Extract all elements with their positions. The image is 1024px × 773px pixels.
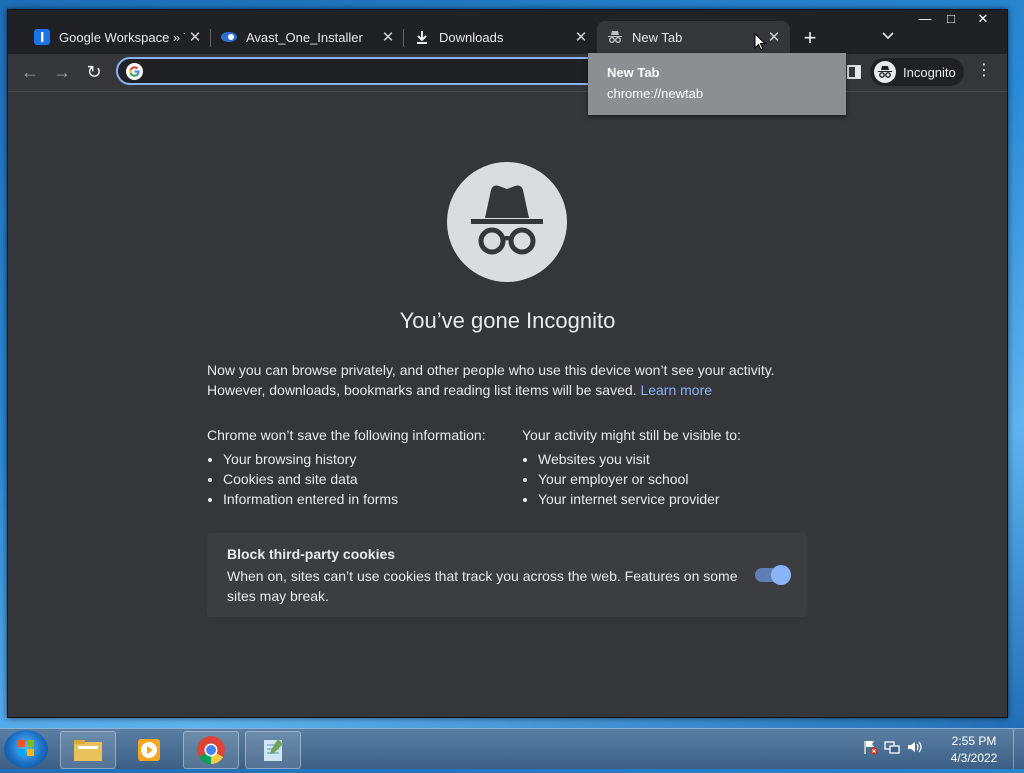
not-saved-title: Chrome won’t save the following informat… — [207, 427, 486, 443]
taskbar-explorer[interactable] — [60, 731, 116, 769]
media-player-icon — [138, 739, 160, 761]
taskbar-notepad[interactable] — [245, 731, 301, 769]
close-tab-icon[interactable]: ✕ — [764, 27, 784, 47]
tooltip-url: chrome://newtab — [607, 86, 704, 101]
workspace-i-icon — [34, 29, 50, 45]
forward-button[interactable]: → — [48, 58, 76, 86]
tab-search-button[interactable] — [878, 28, 898, 48]
intro-paragraph: Now you can browse privately, and other … — [207, 360, 807, 400]
reload-button[interactable]: ↻ — [80, 58, 108, 86]
cookies-title: Block third-party cookies — [227, 546, 396, 562]
tab-title: New Tab — [632, 29, 683, 45]
close-window-button[interactable]: ✕ — [970, 10, 996, 30]
tab-hover-tooltip: New Tab chrome://newtab — [588, 53, 846, 115]
avast-icon — [221, 29, 237, 45]
taskbar-chrome[interactable] — [183, 731, 239, 769]
taskbar-clock[interactable]: 2:55 PM 4/3/2022 — [944, 733, 1004, 767]
chrome-icon — [197, 736, 225, 764]
incognito-profile-button[interactable]: Incognito — [870, 58, 964, 86]
taskbar: 2:55 PM 4/3/2022 — [0, 728, 1024, 769]
toggle-knob — [771, 565, 791, 585]
third-party-cookies-card: Block third-party cookies When on, sites… — [207, 533, 807, 617]
download-icon — [414, 29, 430, 45]
tab-strip: Google Workspace » Th ✕ Avast_One_Instal… — [8, 10, 1007, 54]
incognito-icon — [874, 61, 896, 83]
taskbar-media-player[interactable] — [121, 731, 177, 769]
back-button[interactable]: ← — [16, 58, 44, 86]
learn-more-link[interactable]: Learn more — [640, 382, 712, 398]
page-title: You’ve gone Incognito — [399, 308, 616, 333]
cookies-description: When on, sites can’t use cookies that tr… — [227, 568, 738, 604]
list-item: Cookies and site data — [223, 469, 507, 489]
incognito-ntp: You’ve gone Incognito Now you can browse… — [8, 92, 1007, 717]
system-tray — [862, 739, 922, 755]
clock-date: 4/3/2022 — [950, 751, 998, 765]
tab-avast-installer[interactable]: Avast_One_Installer ✕ — [211, 21, 404, 53]
browser-menu-button[interactable]: ⋮ — [974, 62, 994, 82]
chevron-down-icon — [882, 32, 894, 40]
incognito-icon — [447, 162, 567, 282]
close-tab-icon[interactable]: ✕ — [185, 27, 205, 47]
tab-title: Downloads — [439, 29, 504, 45]
list-item: Websites you visit — [538, 449, 812, 469]
tab-google-workspace[interactable]: Google Workspace » Th ✕ — [24, 21, 211, 53]
maximize-button[interactable]: □ — [938, 10, 964, 30]
still-visible-title: Your activity might still be visible to: — [522, 427, 741, 443]
action-center-flag-icon[interactable] — [862, 739, 878, 755]
windows-logo-icon — [18, 740, 34, 756]
close-tab-icon[interactable]: ✕ — [378, 27, 398, 47]
show-desktop-button[interactable] — [1013, 729, 1024, 769]
tab-title: Google Workspace » Th — [59, 29, 185, 45]
google-g-icon — [126, 63, 143, 80]
folder-icon — [74, 740, 102, 761]
clock-time: 2:55 PM — [951, 734, 997, 748]
start-button[interactable] — [4, 730, 48, 768]
list-item: Information entered in forms — [223, 489, 507, 509]
still-visible-list: Your activity might still be visible to:… — [522, 425, 812, 509]
list-item: Your internet service provider — [538, 489, 812, 509]
tab-title: Avast_One_Installer — [246, 29, 363, 45]
list-item: Your browsing history — [223, 449, 507, 469]
tooltip-title: New Tab — [607, 65, 660, 80]
notepad-icon — [264, 739, 283, 761]
network-icon[interactable] — [884, 739, 900, 755]
not-saved-list: Chrome won’t save the following informat… — [207, 425, 507, 509]
profile-label: Incognito — [903, 64, 956, 80]
incognito-icon — [607, 29, 623, 45]
tab-downloads[interactable]: Downloads ✕ — [404, 21, 597, 53]
toolbar: ← → ↻ Incognito ⋮ — [8, 54, 1007, 92]
mouse-cursor-icon — [754, 32, 767, 57]
minimize-button[interactable]: — — [912, 10, 938, 30]
new-tab-button[interactable]: + — [798, 27, 822, 51]
block-cookies-toggle[interactable] — [755, 565, 791, 585]
list-item: Your employer or school — [538, 469, 812, 489]
browser-window: Google Workspace » Th ✕ Avast_One_Instal… — [7, 9, 1008, 718]
close-tab-icon[interactable]: ✕ — [571, 27, 591, 47]
volume-icon[interactable] — [906, 739, 922, 755]
